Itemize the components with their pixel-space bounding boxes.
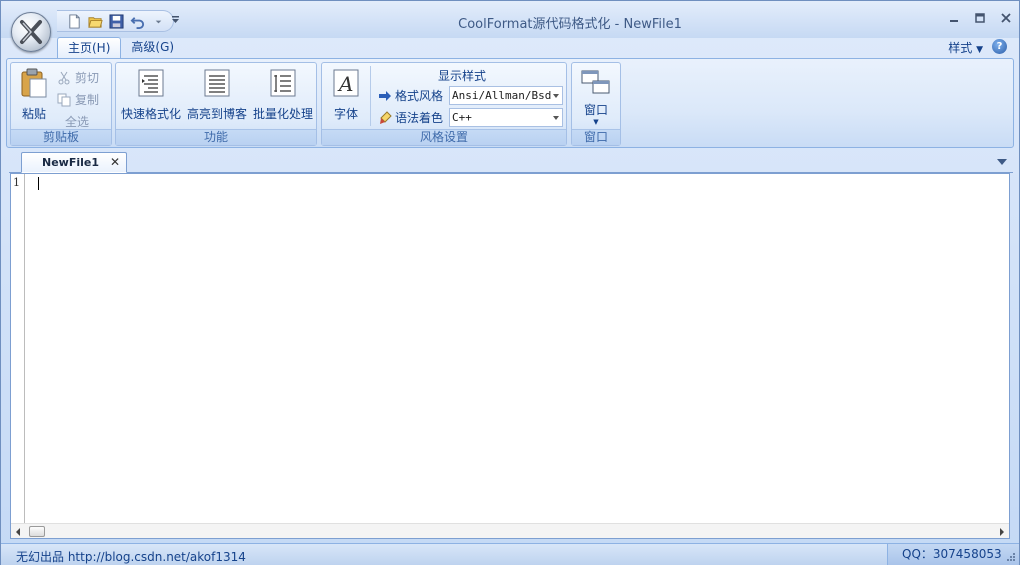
document-tab-strip: NewFile1 ✕	[9, 151, 1013, 173]
tab-list-dropdown-icon[interactable]	[997, 159, 1007, 165]
save-icon[interactable]	[107, 12, 125, 30]
copy-label: 复制	[75, 93, 100, 107]
style-menu-label: 样式	[948, 41, 973, 55]
arrow-right-icon	[379, 90, 391, 101]
ribbon-tabs: 主页(H) 高级(G)	[57, 37, 184, 59]
group-label-function: 功能	[116, 129, 316, 145]
group-divider	[370, 66, 371, 126]
chevron-down-icon	[553, 116, 559, 120]
undo-dropdown-icon[interactable]	[149, 12, 167, 30]
display-style-heading: 显示样式	[438, 69, 487, 83]
customize-toolbar-icon[interactable]	[171, 13, 181, 27]
font-button[interactable]: A 字体	[326, 67, 366, 122]
resize-grip-icon[interactable]	[1006, 552, 1016, 562]
scroll-left-icon[interactable]	[16, 528, 20, 536]
highlight-blog-button[interactable]: 高亮到博客	[186, 67, 248, 122]
select-all-label: 全选	[65, 115, 90, 129]
syntax-color-text: 语法着色	[395, 111, 444, 125]
chevron-down-icon: ▼	[976, 45, 983, 55]
syntax-color-value: C++	[452, 111, 472, 124]
line-number: 1	[13, 176, 20, 189]
group-clipboard: 粘贴 剪切 复制 全选 剪贴板	[10, 62, 112, 146]
status-qq-text: QQ：307458053	[902, 547, 1002, 561]
font-icon: A	[330, 67, 362, 99]
maximize-button[interactable]	[973, 11, 987, 25]
minimize-button[interactable]	[947, 11, 961, 25]
help-icon[interactable]: ?	[992, 39, 1007, 54]
app-window: CoolFormat源代码格式化 - NewFile1 主页(H) 高级(G) …	[0, 0, 1020, 565]
coolformat-logo-icon	[20, 20, 42, 44]
scrollbar-thumb[interactable]	[29, 526, 45, 537]
copy-icon	[57, 93, 71, 106]
close-button[interactable]	[999, 11, 1013, 25]
syntax-color-label: 语法着色	[378, 109, 443, 126]
format-style-select[interactable]: Ansi/Allman/Bsd	[449, 86, 563, 105]
code-editor[interactable]: 1	[10, 173, 1010, 539]
svg-text:A: A	[337, 72, 353, 96]
paste-icon	[18, 67, 50, 99]
paste-button[interactable]: 粘贴	[15, 67, 53, 122]
status-qq: QQ：307458053	[887, 544, 1019, 565]
open-folder-icon[interactable]	[86, 12, 104, 30]
syntax-color-select[interactable]: C++	[449, 108, 563, 127]
format-style-text: 格式风格	[395, 89, 444, 103]
document-tab-label: NewFile1	[42, 156, 99, 169]
tab-advanced[interactable]: 高级(G)	[121, 37, 184, 59]
cut-label: 剪切	[75, 71, 100, 85]
select-all-button[interactable]: 全选	[65, 113, 89, 130]
format-style-value: Ansi/Allman/Bsd	[452, 89, 552, 102]
window-controls	[947, 11, 1013, 25]
highlight-blog-icon	[201, 67, 233, 99]
group-style-settings: A 字体 显示样式 格式风格 Ansi/Allman/Bsd 语法着色 C++	[321, 62, 567, 146]
status-bar: 无幻出品 http://blog.csdn.net/akof1314 QQ：30…	[1, 543, 1019, 565]
chevron-down-icon	[553, 94, 559, 98]
group-label-clipboard: 剪贴板	[11, 129, 111, 145]
document-tab[interactable]: NewFile1 ✕	[21, 152, 127, 173]
style-menu[interactable]: 样式 ▼	[948, 39, 983, 56]
copy-button[interactable]: 复制	[57, 91, 99, 108]
quick-access-toolbar	[57, 10, 174, 32]
paintbrush-icon	[380, 110, 392, 124]
status-credit: 无幻出品 http://blog.csdn.net/akof1314	[16, 550, 246, 564]
cut-button[interactable]: 剪切	[57, 69, 99, 86]
scroll-right-icon[interactable]	[1000, 528, 1004, 536]
batch-process-icon	[267, 67, 299, 99]
group-function: 快速格式化 高亮到博客 批量化处理 功能	[115, 62, 317, 146]
quick-format-label: 快速格式化	[120, 107, 181, 121]
scissors-icon	[58, 71, 70, 84]
chevron-down-icon: ▼	[593, 118, 599, 126]
window-button[interactable]: 窗口 ▼	[576, 67, 616, 126]
group-window: 窗口 ▼ 窗口	[571, 62, 621, 146]
batch-process-button[interactable]: 批量化处理	[252, 67, 314, 122]
new-file-icon[interactable]	[65, 12, 83, 30]
application-menu-button[interactable]	[11, 12, 51, 52]
batch-process-label: 批量化处理	[252, 107, 313, 121]
group-label-window: 窗口	[572, 129, 620, 145]
paste-label: 粘贴	[21, 107, 46, 121]
window-label: 窗口	[583, 103, 608, 117]
undo-icon[interactable]	[128, 12, 146, 30]
line-number-gutter: 1	[11, 174, 25, 524]
close-icon[interactable]: ✕	[110, 153, 120, 172]
format-style-label: 格式风格	[378, 87, 443, 104]
title-bar: CoolFormat源代码格式化 - NewFile1	[1, 1, 1019, 38]
text-caret	[38, 177, 39, 190]
quick-format-icon	[135, 67, 167, 99]
ribbon-panel: 粘贴 剪切 复制 全选 剪贴板 快速格式化 高亮到博客 批量化处理 功能 A 字…	[6, 58, 1014, 148]
group-label-style: 风格设置	[322, 129, 566, 145]
horizontal-scrollbar[interactable]	[11, 523, 1009, 538]
quick-format-button[interactable]: 快速格式化	[120, 67, 182, 122]
tab-home[interactable]: 主页(H)	[57, 37, 122, 59]
font-label: 字体	[333, 107, 358, 121]
highlight-blog-label: 高亮到博客	[186, 107, 247, 121]
window-layout-icon	[580, 67, 612, 99]
